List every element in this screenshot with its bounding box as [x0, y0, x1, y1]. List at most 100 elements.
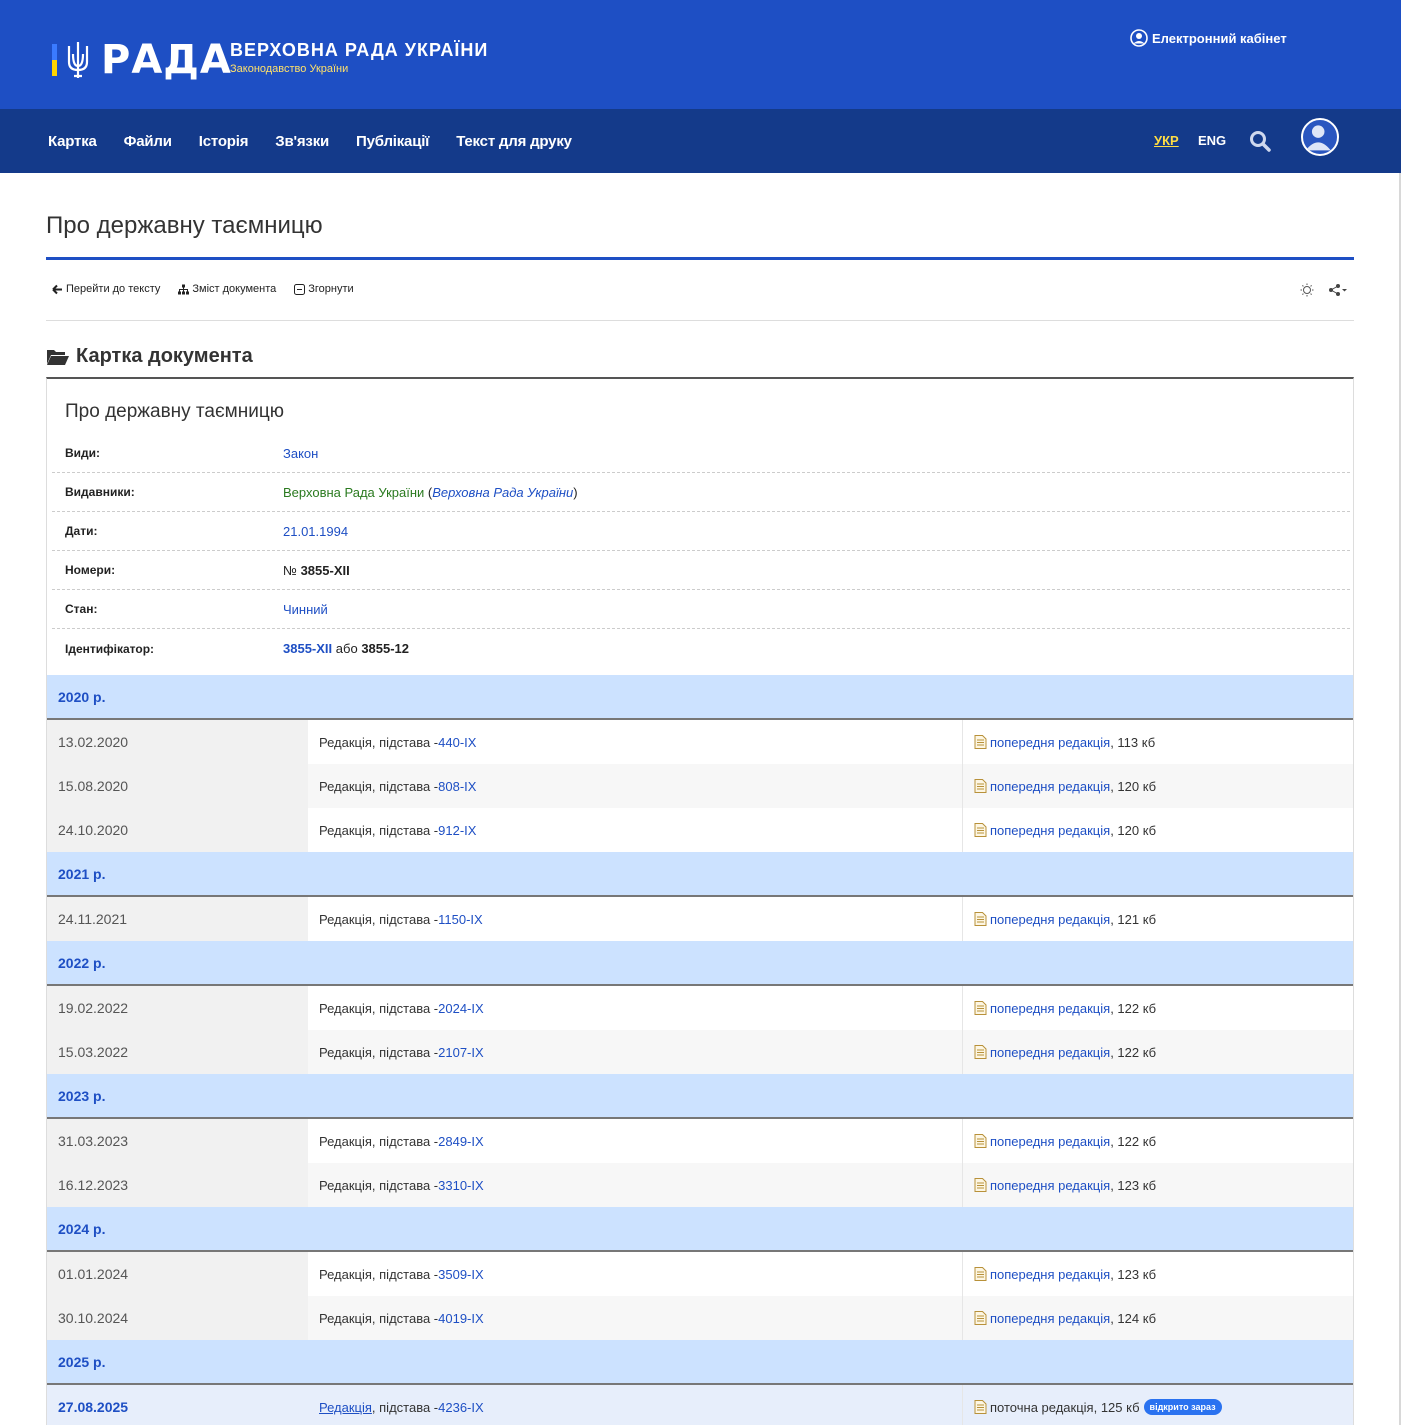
basis-link[interactable]: 2849-IX	[438, 1134, 484, 1149]
document-icon	[974, 1134, 987, 1148]
edition-basis: Редакція, підстава - 1150-IX	[308, 897, 962, 941]
flag-icon	[52, 44, 57, 76]
edition-link[interactable]: Редакція	[319, 1400, 372, 1415]
document-icon	[974, 823, 987, 837]
year-row: 2023 р.	[47, 1074, 1353, 1119]
document-icon	[974, 1045, 987, 1059]
types-link[interactable]: Закон	[283, 446, 318, 461]
nav-items: Картка Файли Історія Зв'язки Публікації …	[48, 109, 599, 173]
publisher-paren-link[interactable]: Верховна Рада України	[432, 485, 573, 500]
basis-link[interactable]: 912-IX	[438, 823, 476, 838]
card-doc-title: Про державну таємницю	[65, 401, 284, 422]
lang-ukr[interactable]: УКР	[1154, 133, 1179, 148]
goto-text-label: Перейти до тексту	[66, 283, 161, 295]
document-card: Про державну таємницю Види: Закон Видавн…	[46, 377, 1354, 1425]
site-subtitle: Законодавство України	[230, 63, 349, 75]
goto-text-button[interactable]: Перейти до тексту	[52, 283, 160, 295]
table-row: 15.08.2020 Редакція, підстава - 808-IX поп…	[47, 764, 1353, 808]
edition-basis: Редакція, підстава - 2024-IX	[308, 986, 962, 1030]
file-size: , 123 кб	[1110, 1177, 1157, 1193]
avatar[interactable]	[1301, 118, 1339, 156]
file-size: , 120 кб	[1110, 778, 1157, 794]
nav-history[interactable]: Історія	[199, 133, 249, 150]
file-size: , 122 кб	[1110, 1000, 1157, 1016]
edition-file: попередня редакція, 124 кб	[962, 1296, 1353, 1340]
edition-file: попередня редакція, 122 кб	[962, 1030, 1353, 1074]
section-title-label: Картка документа	[76, 345, 253, 367]
identifier-link[interactable]: 3855-XII	[283, 641, 332, 656]
search-icon[interactable]	[1248, 129, 1272, 153]
basis-link[interactable]: 1150-IX	[438, 912, 483, 927]
basis-link[interactable]: 3509-IX	[438, 1267, 484, 1282]
edition-date: 13.02.2020	[47, 720, 308, 764]
basis-link[interactable]: 4236-IX	[438, 1400, 484, 1415]
basis-link[interactable]: 808-IX	[438, 779, 476, 794]
basis-link[interactable]: 3310-IX	[438, 1178, 484, 1193]
number-value: 3855-XII	[300, 562, 350, 578]
table-row: 13.02.2020 Редакція, підстава - 440-IX поп…	[47, 720, 1353, 764]
basis-link[interactable]: 2107-IX	[438, 1045, 484, 1060]
number-prefix: №	[283, 562, 297, 578]
year-row: 2024 р.	[47, 1207, 1353, 1252]
edition-date: 19.02.2022	[47, 986, 308, 1030]
table-row: 19.02.2022 Редакція, підстава - 2024-IX по…	[47, 986, 1353, 1030]
basis-link[interactable]: 4019-IX	[438, 1311, 484, 1326]
collapse-label: Згорнути	[308, 283, 354, 295]
logo[interactable]: РАДА	[52, 38, 232, 82]
basis-text: Редакція, підстава -	[319, 734, 439, 750]
logo-word: РАДА	[101, 37, 232, 83]
previous-edition-link[interactable]: попередня редакція	[990, 1001, 1110, 1016]
file-size: , 120 кб	[1110, 822, 1157, 838]
previous-edition-link[interactable]: попередня редакція	[990, 912, 1110, 927]
title-divider	[46, 257, 1354, 260]
previous-edition-link[interactable]: попередня редакція	[990, 823, 1110, 838]
share-icon[interactable]	[1328, 283, 1348, 297]
page-title: Про державну таємницю	[46, 212, 323, 239]
date-link[interactable]: 21.01.1994	[283, 524, 348, 539]
prop-label: Ідентифікатор:	[65, 641, 155, 656]
table-row: 01.01.2024 Редакція, підстава - 3509-IX по…	[47, 1252, 1353, 1296]
nav-print-text[interactable]: Текст для друку	[456, 133, 572, 150]
prop-label: Видавники:	[65, 485, 135, 499]
document-icon	[974, 735, 987, 749]
edition-file: попередня редакція, 122 кб	[962, 1119, 1353, 1163]
edition-basis: Редакція, підстава - 2107-IX	[308, 1030, 962, 1074]
basis-text: Редакція, підстава -	[319, 1133, 439, 1149]
previous-edition-link[interactable]: попередня редакція	[990, 735, 1110, 750]
year-row: 2020 р.	[47, 675, 1353, 720]
file-size: , 123 кб	[1110, 1266, 1157, 1282]
properties: Види: Закон Видавники: Верховна Рада Укр…	[52, 434, 1350, 668]
nav-card[interactable]: Картка	[48, 133, 97, 150]
basis-link[interactable]: 440-IX	[438, 735, 476, 750]
previous-edition-link[interactable]: попередня редакція	[990, 1134, 1110, 1149]
lang-eng[interactable]: ENG	[1198, 133, 1226, 148]
identifier-or: або	[335, 641, 358, 656]
nav-files[interactable]: Файли	[124, 133, 172, 150]
brightness-icon[interactable]	[1300, 283, 1314, 297]
table-row: 24.11.2021 Редакція, підстава - 1150-IX по…	[47, 897, 1353, 941]
basis-link[interactable]: 2024-IX	[438, 1001, 484, 1016]
previous-edition-link[interactable]: попередня редакція	[990, 1311, 1110, 1326]
doc-toolbar: Перейти до тексту Зміст документа Згорну…	[52, 283, 372, 295]
nav-links[interactable]: Зв'язки	[275, 133, 329, 150]
previous-edition-link[interactable]: попередня редакція	[990, 1178, 1110, 1193]
nav-publications[interactable]: Публікації	[356, 133, 429, 150]
table-row: 15.03.2022 Редакція, підстава - 2107-IX по…	[47, 1030, 1353, 1074]
edition-basis: Редакція, підстава - 808-IX	[308, 764, 962, 808]
publisher-link[interactable]: Верховна Рада України	[283, 485, 424, 500]
contents-button[interactable]: Зміст документа	[178, 283, 276, 295]
prop-dates: Дати: 21.01.1994	[52, 512, 1350, 551]
edition-date: 15.08.2020	[47, 764, 308, 808]
previous-edition-link[interactable]: попередня редакція	[990, 779, 1110, 794]
edition-file: попередня редакція, 113 кб	[962, 720, 1353, 764]
collapse-button[interactable]: Згорнути	[294, 283, 354, 295]
identifier-alt: 3855-12	[361, 641, 410, 656]
logo-text: ВЕРХОВНА РАДА УКРАЇНИ Законодавство Укра…	[230, 40, 488, 75]
status-link[interactable]: Чинний	[283, 602, 328, 617]
edition-basis: Редакція, підстава - 912-IX	[308, 808, 962, 852]
previous-edition-link[interactable]: попередня редакція	[990, 1045, 1110, 1060]
toolbar-right	[1300, 283, 1348, 297]
previous-edition-link[interactable]: попередня редакція	[990, 1267, 1110, 1282]
electronic-cabinet-link[interactable]: Електронний кабінет	[1130, 29, 1287, 47]
year-row: 2021 р.	[47, 852, 1353, 897]
